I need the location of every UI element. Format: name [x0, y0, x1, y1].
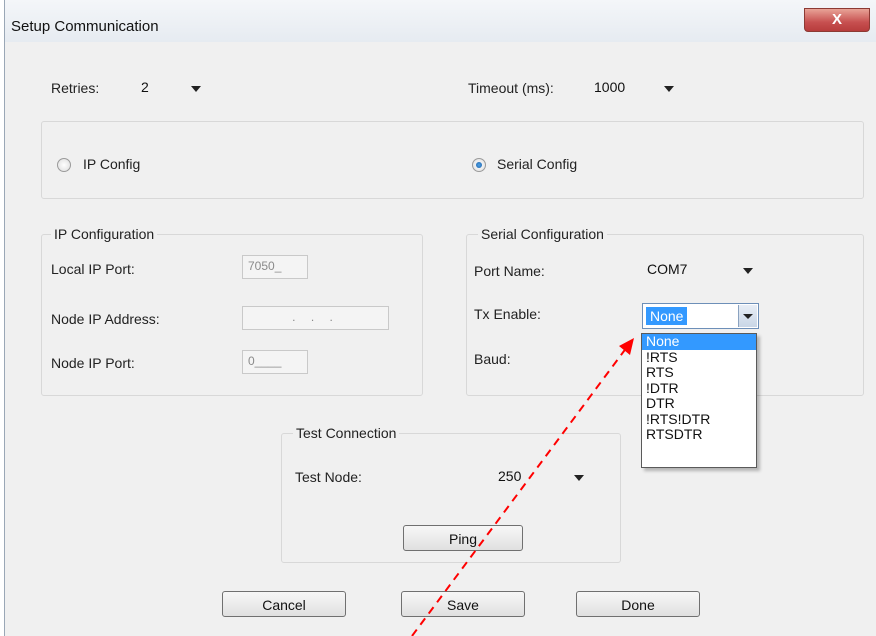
arrow-line	[411, 346, 628, 636]
arrow-head	[619, 338, 634, 355]
annotation-arrow	[411, 338, 634, 636]
